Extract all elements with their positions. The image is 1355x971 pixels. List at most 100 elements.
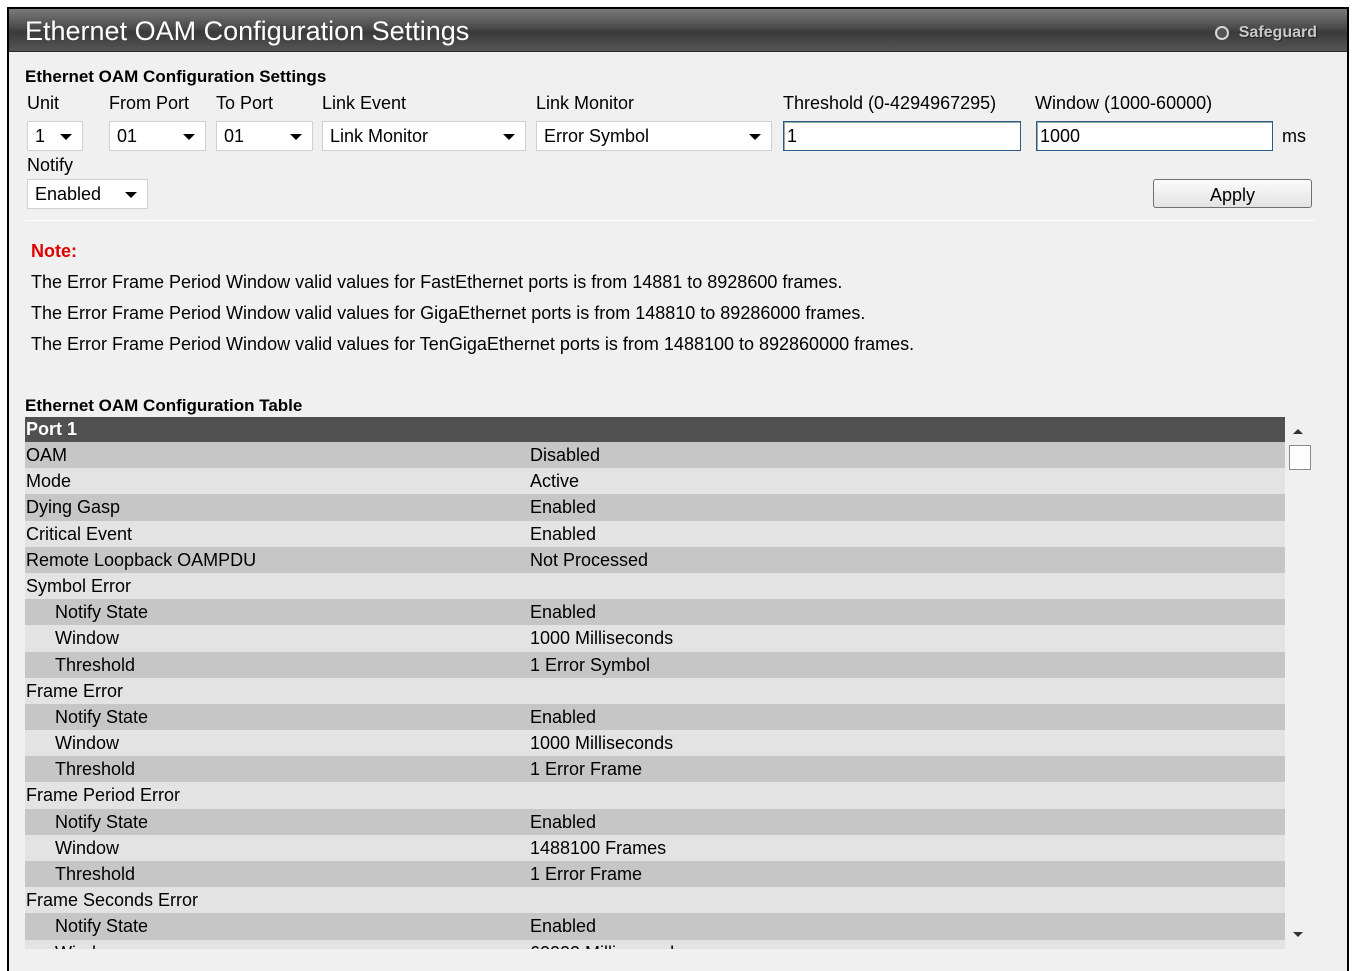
table-row: Critical Event Enabled (25, 520, 1285, 547)
scroll-thumb[interactable] (1289, 445, 1311, 470)
table-row: Remote Loopback OAMPDU Not Processed (25, 546, 1285, 573)
table-port-header: Port 1 (25, 417, 1285, 442)
link-event-select[interactable]: Link Monitor (322, 121, 526, 151)
window-unit-label: ms (1282, 126, 1306, 146)
table-row: Dying Gasp Enabled (25, 494, 1285, 521)
link-monitor-label: Link Monitor (536, 93, 635, 113)
note-line-fastethernet: The Error Frame Period Window valid valu… (31, 272, 843, 292)
link-event-label: Link Event (322, 93, 407, 113)
window-label: Window (1000-60000) (1035, 93, 1213, 113)
row-key: Frame Seconds Error (26, 890, 199, 911)
row-key: Symbol Error (26, 575, 132, 596)
notify-select[interactable]: Enabled (27, 179, 148, 209)
table-row: OAM Disabled (25, 442, 1285, 469)
row-value: Active (530, 471, 580, 492)
page-title: Ethernet OAM Configuration Settings (25, 16, 470, 46)
chevron-down-icon (749, 134, 761, 140)
scroll-up-icon[interactable] (1293, 429, 1303, 434)
chevron-down-icon (60, 134, 72, 140)
row-value: Enabled (530, 523, 597, 544)
unit-select[interactable]: 1 (27, 121, 83, 151)
table-row: Window 1488100 Frames (25, 834, 1285, 861)
row-key: Window (25, 940, 530, 949)
chevron-down-icon (503, 134, 515, 140)
row-key: Dying Gasp (26, 497, 121, 518)
table-row: Notify State Enabled (25, 808, 1285, 835)
threshold-label: Threshold (0-4294967295) (783, 93, 997, 113)
safeguard-indicator: Safeguard (1214, 22, 1317, 44)
row-key: Notify State (55, 811, 149, 832)
table-row: Threshold 1 Error Symbol (25, 651, 1285, 678)
note-line-gigaethernet: The Error Frame Period Window valid valu… (31, 303, 866, 323)
row-key: Critical Event (26, 523, 133, 544)
table-row: Frame Seconds Error (25, 887, 1285, 914)
row-key: Notify State (55, 916, 149, 937)
table-row: Mode Active (25, 468, 1285, 495)
notify-label: Notify (27, 155, 74, 175)
row-key: Threshold (55, 759, 136, 780)
link-event-select-value: Link Monitor (330, 125, 429, 146)
note-line-tengigaethernet: The Error Frame Period Window valid valu… (31, 334, 915, 354)
to-port-select-value: 01 (224, 125, 245, 146)
row-value: 1 Error Frame (530, 864, 643, 884)
apply-button[interactable]: Apply (1153, 179, 1312, 208)
row-value: 1 Error Symbol (530, 654, 651, 675)
link-monitor-select[interactable]: Error Symbol (536, 121, 772, 151)
table-section-title: Ethernet OAM Configuration Table (25, 396, 303, 415)
row-value: 1000 Milliseconds (530, 628, 674, 649)
row-value: Disabled (530, 445, 601, 465)
table-row: Threshold 1 Error Frame (25, 756, 1285, 783)
table-scrollbar[interactable] (1287, 417, 1313, 949)
unit-select-value: 1 (35, 125, 46, 146)
row-key: Window (55, 628, 120, 649)
row-key: Threshold (55, 654, 136, 675)
from-port-label: From Port (109, 93, 190, 113)
row-key: Frame Error (26, 680, 124, 701)
table-row: Frame Period Error (25, 782, 1285, 809)
row-key: Frame Period Error (26, 785, 181, 806)
table-row: Window 1000 Milliseconds (25, 730, 1285, 757)
chevron-down-icon (183, 134, 195, 140)
row-value: Not Processed (530, 549, 649, 570)
chevron-down-icon (125, 192, 137, 198)
unit-label: Unit (27, 93, 60, 113)
row-value: 1000 Milliseconds (530, 733, 674, 754)
row-value: 60000 Milliseconds (530, 940, 683, 949)
row-key: Window (55, 837, 120, 858)
safeguard-icon (1214, 26, 1229, 40)
settings-section-title: Ethernet OAM Configuration Settings (25, 67, 327, 86)
row-key: Threshold (55, 864, 136, 884)
chevron-down-icon (290, 134, 302, 140)
threshold-input[interactable] (783, 121, 1021, 151)
row-value: Enabled (530, 602, 597, 623)
oam-config-table[interactable]: Port 1 OAM Disabled Mode Active Dying Gasp En… (25, 417, 1313, 949)
row-value: Enabled (530, 497, 597, 518)
row-value: 1488100 Frames (530, 837, 667, 858)
main-frame: Ethernet OAM Configuration Settings Safe… (7, 7, 1349, 971)
table-row: Notify State Enabled (25, 703, 1285, 731)
window-input[interactable] (1036, 121, 1273, 151)
scroll-down-icon[interactable] (1293, 932, 1303, 937)
link-monitor-select-value: Error Symbol (544, 125, 650, 146)
safeguard-label: Safeguard (1238, 24, 1317, 41)
row-value: 1 Error Frame (530, 759, 643, 780)
row-key: Notify State (55, 706, 149, 727)
to-port-select[interactable]: 01 (216, 121, 313, 151)
note-label: Note: (31, 241, 77, 261)
row-key: Notify State (55, 602, 149, 623)
table-row: Symbol Error (25, 572, 1285, 600)
row-value: Enabled (530, 811, 597, 832)
table-body: OAM Disabled Mode Active Dying Gasp Enabled Cr… (25, 442, 1285, 949)
row-value: Enabled (530, 916, 597, 937)
row-key: OAM (26, 445, 68, 465)
to-port-label: To Port (216, 93, 274, 113)
table-row: Window 1000 Milliseconds (25, 625, 1285, 652)
divider (25, 220, 1314, 221)
row-value: Enabled (530, 706, 597, 727)
table-row: Window60000 Milliseconds (25, 939, 1285, 949)
from-port-select-value: 01 (117, 125, 138, 146)
notify-select-value: Enabled (35, 183, 102, 204)
table-row: Frame Error (25, 677, 1285, 704)
table-row: Notify State Enabled (25, 913, 1285, 940)
from-port-select[interactable]: 01 (109, 121, 206, 151)
